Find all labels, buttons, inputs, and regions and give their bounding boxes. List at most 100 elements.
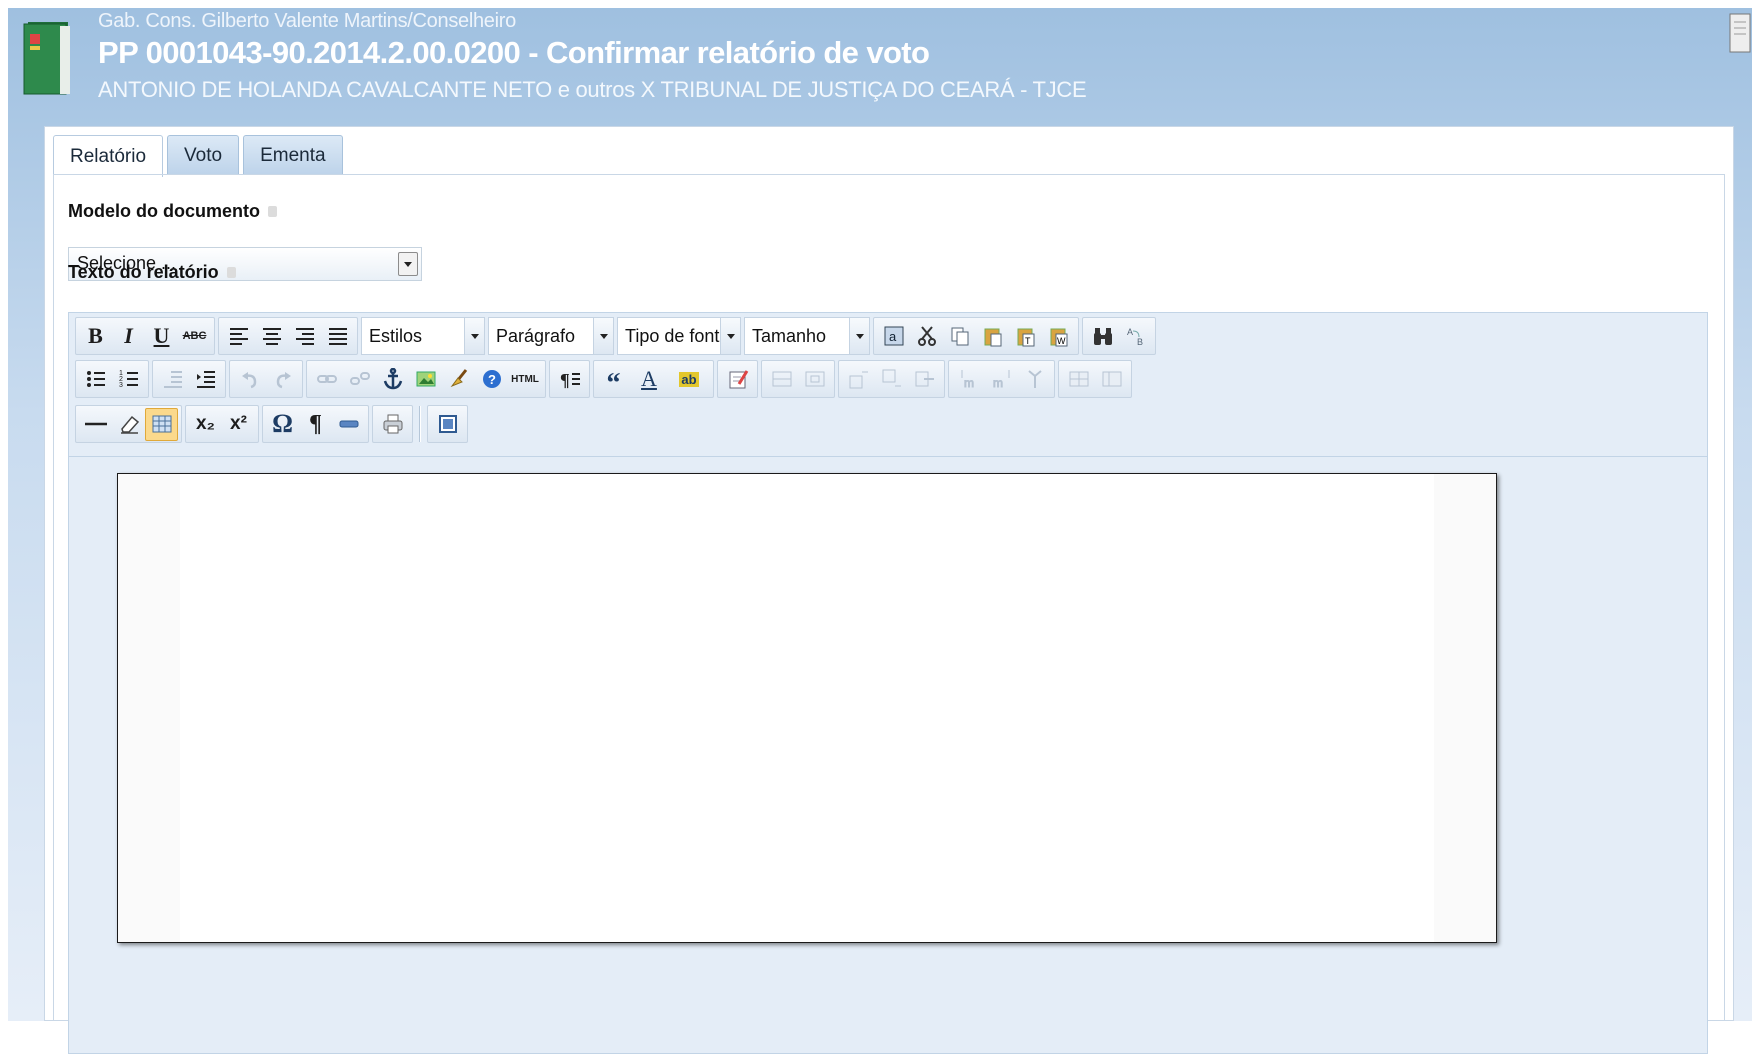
table-insert-group bbox=[838, 360, 945, 398]
remove-format-button[interactable] bbox=[112, 408, 145, 441]
link-icon bbox=[316, 375, 337, 383]
size-dropdown[interactable]: Tamanho bbox=[744, 317, 870, 355]
anchor-icon bbox=[383, 368, 402, 390]
highlight-label: ab bbox=[679, 371, 699, 387]
paragraph-group: ¶ bbox=[549, 360, 590, 398]
image-button[interactable] bbox=[409, 363, 442, 396]
align-center-icon bbox=[262, 328, 281, 345]
align-group bbox=[218, 317, 358, 355]
select-all-button[interactable]: a bbox=[877, 320, 910, 353]
tab-relatorio[interactable]: Relatório bbox=[53, 135, 164, 177]
paste-button[interactable] bbox=[976, 320, 1009, 353]
insert-row-before-button[interactable] bbox=[842, 363, 875, 396]
font-dropdown[interactable]: Tipo de fonte bbox=[617, 317, 741, 355]
delete-row-button[interactable] bbox=[908, 363, 941, 396]
find-button[interactable] bbox=[1086, 320, 1119, 353]
paste-text-icon: T bbox=[1017, 328, 1034, 347]
insert-col-before-button[interactable]: m bbox=[952, 363, 985, 396]
anchor-button[interactable] bbox=[376, 363, 409, 396]
form-button[interactable] bbox=[721, 363, 754, 396]
table-row-button[interactable] bbox=[765, 363, 798, 396]
page-header: Gab. Cons. Gilberto Valente Martins/Cons… bbox=[8, 8, 1752, 120]
table-button[interactable] bbox=[145, 407, 178, 441]
highlight-button[interactable]: ab bbox=[668, 363, 710, 396]
paste-icon bbox=[984, 328, 1001, 347]
align-right-icon bbox=[295, 328, 314, 345]
strikethrough-button[interactable]: ABC bbox=[178, 320, 211, 353]
html-source-button[interactable]: HTML bbox=[508, 363, 542, 396]
text-format-group: B I U ABC bbox=[75, 317, 215, 355]
align-center-button[interactable] bbox=[255, 320, 288, 353]
indent-group bbox=[152, 360, 226, 398]
numbered-list-icon: 123 bbox=[119, 370, 138, 389]
print-button[interactable] bbox=[376, 408, 409, 441]
editor-content-area[interactable] bbox=[117, 473, 1497, 943]
align-left-icon bbox=[229, 328, 248, 345]
lock-icon bbox=[226, 267, 236, 278]
form-edit-icon bbox=[729, 370, 748, 389]
cut-button[interactable] bbox=[910, 320, 943, 353]
cleanup-button[interactable] bbox=[442, 363, 475, 396]
paste-word-button[interactable]: W bbox=[1042, 320, 1075, 353]
tab-ementa[interactable]: Ementa bbox=[243, 135, 343, 175]
insert-row-after-button[interactable] bbox=[875, 363, 908, 396]
insert-row-before-icon bbox=[849, 371, 868, 389]
table-cell-button[interactable] bbox=[798, 363, 831, 396]
form-group bbox=[717, 360, 758, 398]
align-left-button[interactable] bbox=[222, 320, 255, 353]
delete-col-button[interactable] bbox=[1018, 363, 1051, 396]
paste-text-button[interactable]: T bbox=[1009, 320, 1042, 353]
align-right-button[interactable] bbox=[288, 320, 321, 353]
document-icon[interactable] bbox=[1726, 12, 1752, 56]
text-label: Texto do relatório bbox=[68, 262, 236, 283]
copy-button[interactable] bbox=[943, 320, 976, 353]
superscript-button[interactable]: x² bbox=[222, 408, 255, 441]
chevron-down-icon[interactable] bbox=[398, 252, 418, 276]
bold-button[interactable]: B bbox=[79, 320, 112, 353]
delete-col-icon bbox=[1027, 370, 1042, 388]
text-color-button[interactable]: A bbox=[630, 363, 668, 396]
styles-dropdown[interactable]: Estilos bbox=[361, 317, 485, 355]
table-col-group: m m bbox=[948, 360, 1055, 398]
chevron-down-icon bbox=[593, 318, 613, 354]
special-char-button[interactable]: Ω bbox=[266, 408, 299, 441]
app-frame: Gab. Cons. Gilberto Valente Martins/Cons… bbox=[8, 8, 1752, 1054]
split-cells-button[interactable] bbox=[1095, 363, 1128, 396]
merge-cells-button[interactable] bbox=[1062, 363, 1095, 396]
maximize-icon bbox=[438, 415, 457, 433]
indent-button[interactable] bbox=[189, 363, 222, 396]
page-break-button[interactable] bbox=[332, 408, 365, 441]
parties-label: ANTONIO DE HOLANDA CAVALCANTE NETO e out… bbox=[98, 77, 1087, 102]
blockquote-button[interactable]: “ bbox=[597, 363, 630, 399]
nonbreaking-space-button[interactable]: ¶ bbox=[299, 408, 332, 441]
undo-button[interactable] bbox=[233, 363, 266, 396]
italic-button[interactable]: I bbox=[112, 320, 145, 353]
bullet-list-button[interactable] bbox=[79, 363, 112, 396]
insert-group: ? HTML bbox=[306, 360, 546, 398]
tab-voto[interactable]: Voto bbox=[167, 135, 240, 175]
svg-text:3: 3 bbox=[119, 382, 123, 389]
insert-col-after-button[interactable]: m bbox=[985, 363, 1018, 396]
font-dropdown-label: Tipo de fonte bbox=[625, 325, 730, 346]
format-dropdown[interactable]: Parágrafo bbox=[488, 317, 614, 355]
broom-icon bbox=[450, 369, 467, 388]
show-blocks-button[interactable]: ¶ bbox=[553, 363, 586, 396]
underline-button[interactable]: U bbox=[145, 320, 178, 353]
maximize-button[interactable] bbox=[431, 408, 464, 441]
misc-group bbox=[75, 405, 182, 443]
redo-button[interactable] bbox=[266, 363, 299, 396]
subscript-button[interactable]: x₂ bbox=[189, 408, 222, 441]
numbered-list-button[interactable]: 123 bbox=[112, 363, 145, 396]
horizontal-rule-button[interactable] bbox=[79, 408, 112, 441]
maximize-group bbox=[427, 405, 468, 443]
svg-text:a: a bbox=[889, 329, 897, 344]
format-dropdown-label: Parágrafo bbox=[496, 325, 576, 346]
help-button[interactable]: ? bbox=[475, 363, 508, 396]
unlink-button[interactable] bbox=[343, 363, 376, 396]
justify-button[interactable] bbox=[321, 320, 354, 353]
link-button[interactable] bbox=[310, 363, 343, 396]
outdent-button[interactable] bbox=[156, 363, 189, 396]
page-margin-right bbox=[1434, 474, 1496, 942]
page-margin-left bbox=[118, 474, 180, 942]
replace-button[interactable]: AB bbox=[1119, 320, 1152, 353]
